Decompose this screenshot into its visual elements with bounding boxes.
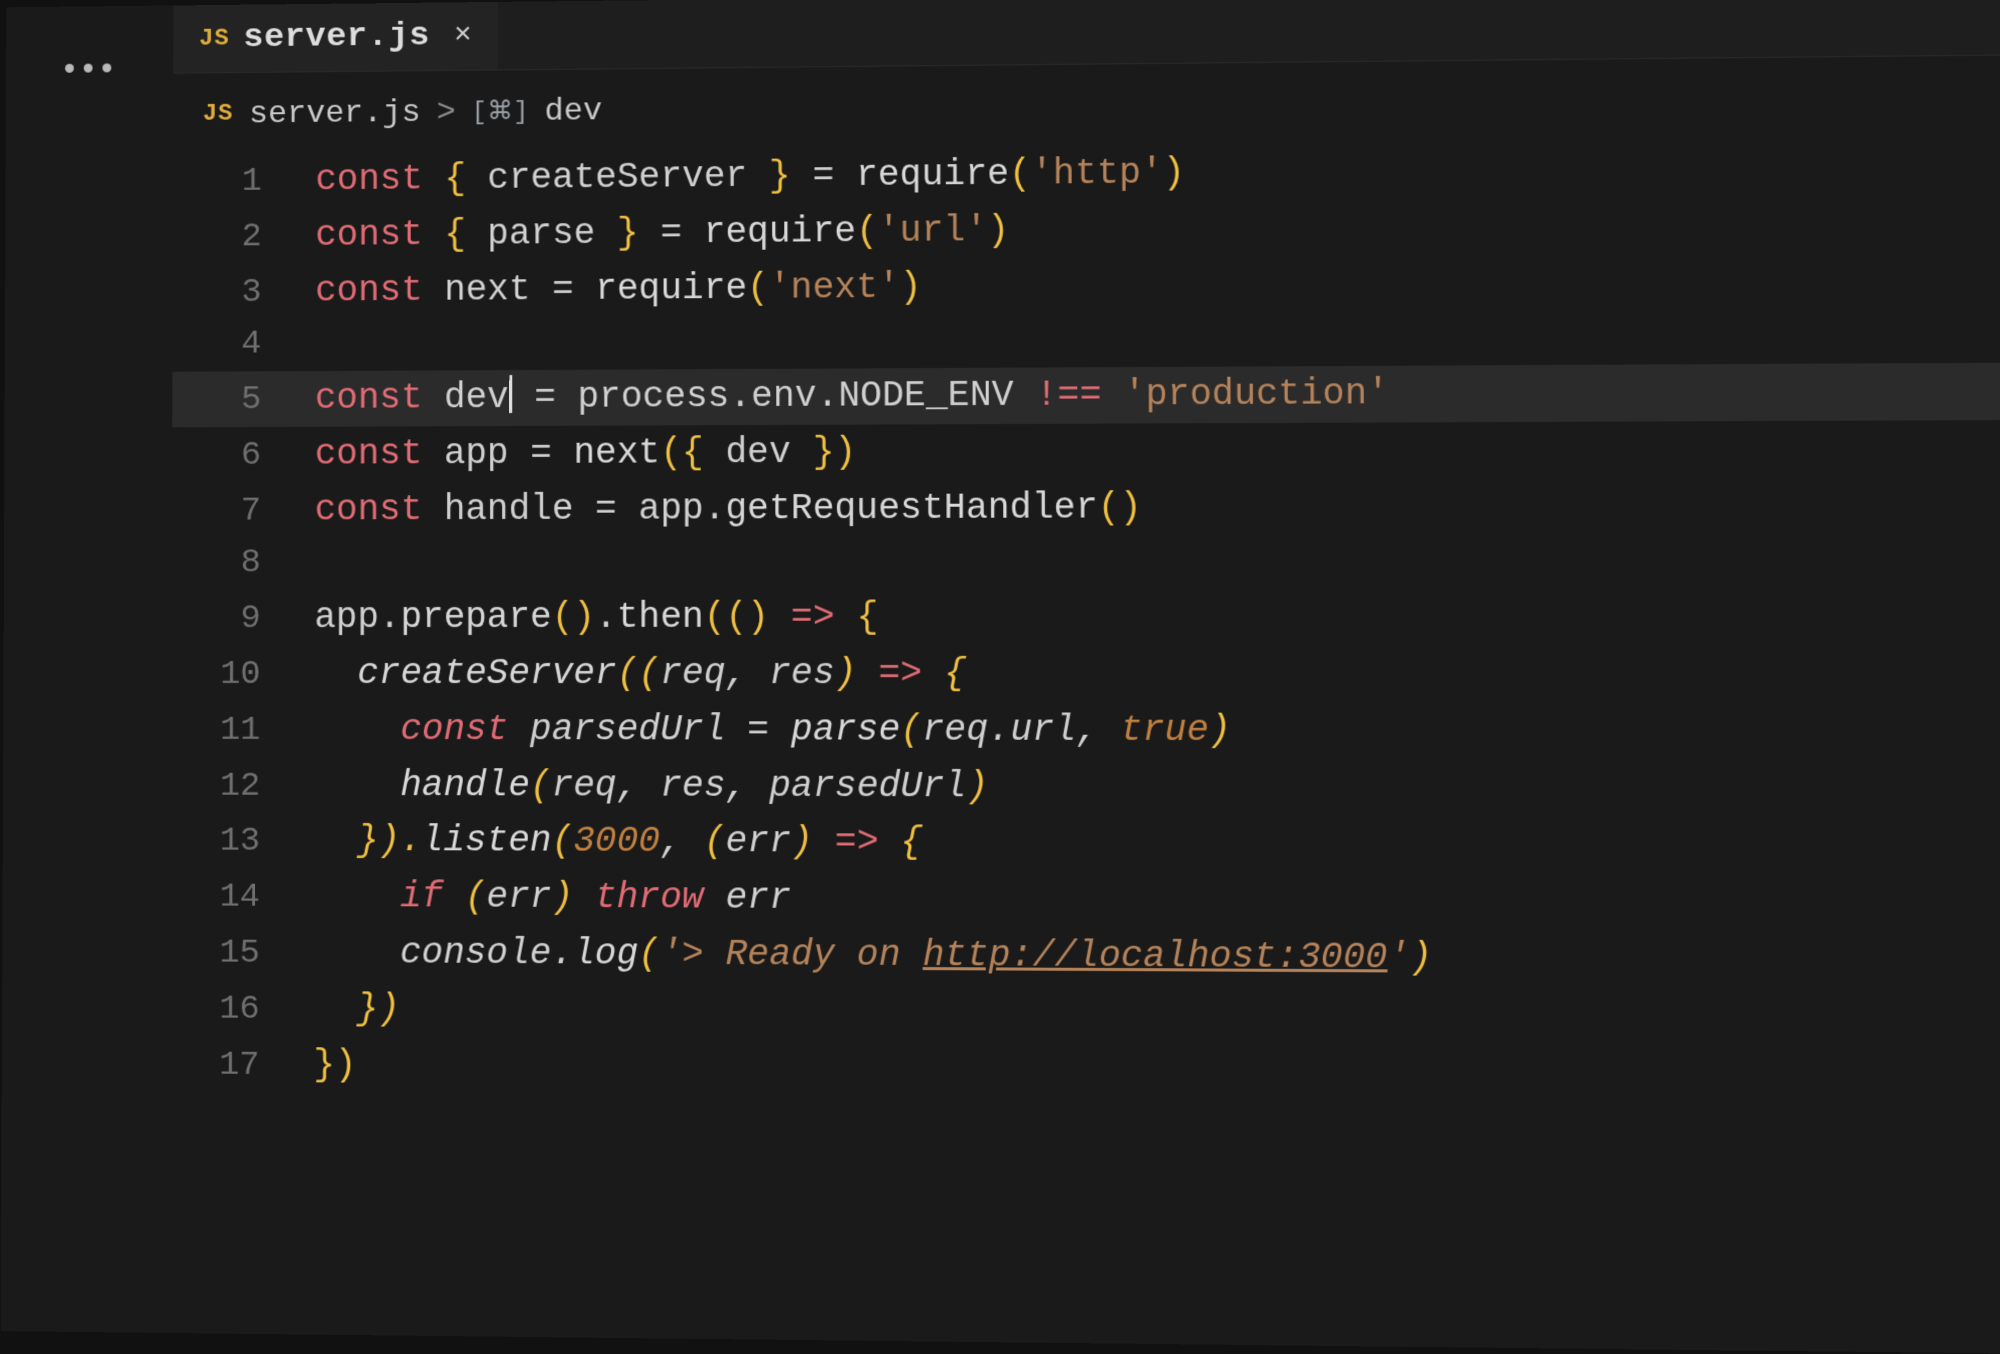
- line-number: 15: [170, 927, 293, 980]
- line-number: 17: [170, 1039, 293, 1093]
- line-number: 7: [172, 485, 295, 538]
- code-line[interactable]: 8: [172, 534, 2000, 590]
- code-line[interactable]: 15 console.log('> Ready on http://localh…: [170, 924, 2000, 989]
- code-line[interactable]: 10 createServer((req, res) => {: [171, 645, 2000, 702]
- code-content: if (err) throw err: [294, 869, 791, 927]
- code-editor[interactable]: 1const { createServer } = require('http'…: [170, 138, 2000, 1105]
- code-line[interactable]: 17}): [170, 1036, 2000, 1105]
- code-content: createServer((req, res) => {: [294, 646, 966, 702]
- overflow-menu-icon[interactable]: [65, 63, 111, 72]
- code-content: const next = require('next'): [295, 259, 921, 319]
- code-content: const dev = process.env.NODE_ENV !== 'pr…: [295, 366, 1389, 427]
- code-content: console.log('> Ready on http://localhost…: [294, 925, 1433, 987]
- line-number: 6: [172, 430, 295, 483]
- code-line[interactable]: 7const handle = app.getRequestHandler(): [172, 477, 2000, 538]
- code-content: }): [293, 1037, 356, 1093]
- js-file-icon: JS: [203, 101, 234, 128]
- code-line[interactable]: 6const app = next({ dev }): [172, 420, 2000, 483]
- line-number: 1: [173, 156, 296, 209]
- line-number: 13: [171, 816, 294, 869]
- code-line[interactable]: 4: [172, 309, 2000, 372]
- line-number: 8: [172, 538, 295, 591]
- line-number: 10: [171, 649, 294, 702]
- code-line[interactable]: 12 handle(req, res, parsedUrl): [171, 757, 2000, 817]
- breadcrumb-symbol: dev: [545, 92, 603, 129]
- breadcrumb[interactable]: JS server.js > [⌘] dev: [203, 92, 602, 132]
- breadcrumb-file: server.js: [249, 94, 421, 132]
- code-content: }): [294, 981, 400, 1038]
- line-number: 2: [173, 211, 296, 264]
- line-number: 5: [172, 374, 295, 427]
- code-line[interactable]: 13 }).listen(3000, (err) => {: [171, 813, 2000, 875]
- chevron-right-icon: >: [436, 94, 455, 131]
- close-icon[interactable]: ×: [454, 19, 472, 53]
- code-line[interactable]: 11 const parsedUrl = parse(req.url, true…: [171, 702, 2000, 760]
- code-content: const { createServer } = require('http'): [296, 145, 1185, 208]
- line-number: 14: [171, 872, 294, 925]
- line-number: 4: [172, 319, 295, 372]
- tab-bar: JS server.js ×: [173, 0, 2000, 74]
- code-line[interactable]: 3const next = require('next'): [173, 252, 2000, 320]
- code-content: const parsedUrl = parse(req.url, true): [294, 702, 1231, 759]
- line-number: 12: [171, 760, 294, 813]
- tab-server-js[interactable]: JS server.js ×: [173, 2, 497, 73]
- code-content: app.prepare().then(() => {: [294, 590, 878, 646]
- editor-screen: JS server.js × JS server.js > [⌘] dev 1c…: [1, 0, 2000, 1354]
- line-number: 3: [173, 266, 296, 319]
- line-number: 9: [172, 593, 295, 646]
- code-content: handle(req, res, parsedUrl): [294, 757, 988, 814]
- code-content: const handle = app.getRequestHandler(): [295, 480, 1142, 538]
- code-content: }).listen(3000, (err) => {: [294, 813, 923, 871]
- code-line[interactable]: 9app.prepare().then(() => {: [171, 588, 2000, 646]
- symbol-icon: [⌘]: [472, 96, 529, 127]
- code-line[interactable]: 5const dev = process.env.NODE_ENV !== 'p…: [172, 363, 2000, 427]
- code-line[interactable]: 14 if (err) throw err: [171, 869, 2000, 933]
- line-number: 16: [170, 983, 293, 1036]
- tab-filename: server.js: [243, 18, 430, 58]
- line-number: 11: [171, 705, 294, 758]
- code-content: const app = next({ dev }): [295, 424, 856, 482]
- js-file-icon: JS: [199, 25, 230, 52]
- code-content: const { parse } = require('url'): [295, 203, 1009, 264]
